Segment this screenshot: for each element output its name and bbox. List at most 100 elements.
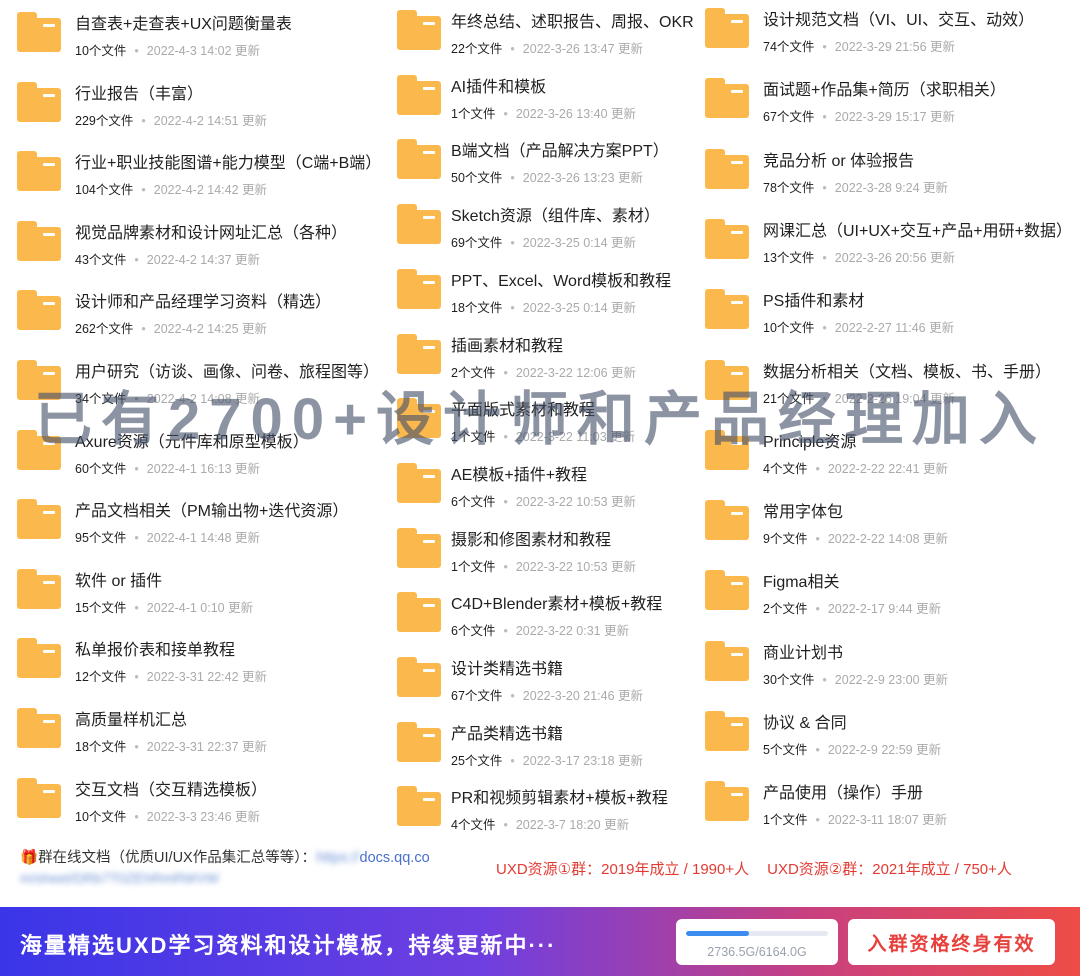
folder-name[interactable]: 设计类精选书籍 bbox=[451, 655, 563, 679]
folder-item[interactable]: AI插件和模板 1个文件 • 2022-3-26 13:40 更新 bbox=[385, 67, 690, 131]
folder-name[interactable]: Principle资源 bbox=[763, 428, 856, 452]
folder-item[interactable]: 产品类精选书籍 25个文件 • 2022-3-17 23:18 更新 bbox=[385, 714, 690, 778]
folder-name[interactable]: 协议 & 合同 bbox=[763, 709, 847, 733]
updated-date: 2022-4-1 14:48 更新 bbox=[146, 531, 261, 546]
folder-name[interactable]: 常用字体包 bbox=[763, 498, 843, 522]
folder-item[interactable]: 软件 or 插件 15个文件 • 2022-4-1 0:10 更新 bbox=[0, 561, 390, 625]
folder-item[interactable]: 私单报价表和接单教程 12个文件 • 2022-3-31 22:42 更新 bbox=[0, 630, 390, 694]
folder-item[interactable]: 设计规范文档（VI、UI、交互、动效） 74个文件 • 2022-3-29 21:56… bbox=[695, 0, 1080, 64]
file-count: 229个文件 bbox=[75, 113, 134, 128]
folder-name[interactable]: 产品使用（操作）手册 bbox=[763, 779, 923, 803]
folder-item[interactable]: 插画素材和教程 2个文件 • 2022-3-22 12:06 更新 bbox=[385, 326, 690, 390]
folder-name[interactable]: 产品类精选书籍 bbox=[451, 720, 563, 744]
updated-date: 2022-4-2 14:51 更新 bbox=[153, 113, 268, 128]
folder-item[interactable]: 行业报告（丰富） 229个文件 • 2022-4-2 14:51 更新 bbox=[0, 74, 390, 138]
folder-meta: 1个文件 • 2022-3-22 11:03 更新 bbox=[451, 426, 635, 445]
folder-name[interactable]: AE模板+插件+教程 bbox=[451, 461, 587, 485]
folder-name[interactable]: 行业报告（丰富） bbox=[75, 80, 203, 104]
file-count: 4个文件 bbox=[763, 461, 808, 476]
folder-name[interactable]: AI插件和模板 bbox=[451, 73, 546, 97]
doc-link-blurred[interactable]: https:// bbox=[316, 850, 360, 866]
updated-date: 2022-4-1 16:13 更新 bbox=[146, 461, 261, 476]
folder-item[interactable]: Figma相关 2个文件 • 2022-2-17 9:44 更新 bbox=[695, 562, 1080, 626]
folder-name[interactable]: 产品文档相关（PM输出物+迭代资源） bbox=[75, 497, 348, 521]
folder-name[interactable]: 网课汇总（UI+UX+交互+产品+用研+数据） bbox=[763, 217, 1072, 241]
folder-meta: 2个文件 • 2022-2-17 9:44 更新 bbox=[763, 598, 941, 617]
folder-meta: 22个文件 • 2022-3-26 13:47 更新 bbox=[451, 38, 643, 57]
group-1-info: UXD资源①群：2019年成立 / 1990+人 bbox=[496, 861, 750, 878]
folder-icon bbox=[397, 333, 441, 374]
file-count: 18个文件 bbox=[75, 740, 127, 754]
folder-name[interactable]: 视觉品牌素材和设计网址汇总（各种） bbox=[75, 219, 347, 243]
folder-name[interactable]: 交互文档（交互精选模板） bbox=[75, 776, 267, 800]
folder-item[interactable]: 设计师和产品经理学习资料（精选） 262个文件 • 2022-4-2 14:25 更新 bbox=[0, 282, 390, 346]
folder-item[interactable]: 面试题+作品集+简历（求职相关） 67个文件 • 2022-3-29 15:17 更新 bbox=[695, 70, 1080, 134]
folder-item[interactable]: 视觉品牌素材和设计网址汇总（各种） 43个文件 • 2022-4-2 14:37 更新 bbox=[0, 213, 390, 277]
folder-item[interactable]: Sketch资源（组件库、素材） 69个文件 • 2022-3-25 0:14 更新 bbox=[385, 196, 690, 260]
folder-item[interactable]: C4D+Blender素材+模板+教程 6个文件 • 2022-3-22 0:31 更… bbox=[385, 584, 690, 648]
folder-name[interactable]: 摄影和修图素材和教程 bbox=[451, 526, 611, 550]
folder-item[interactable]: PS插件和素材 10个文件 • 2022-2-27 11:46 更新 bbox=[695, 281, 1080, 345]
folder-name[interactable]: PS插件和素材 bbox=[763, 287, 864, 311]
folder-name[interactable]: 自查表+走查表+UX问题衡量表 bbox=[75, 10, 292, 34]
folder-name[interactable]: C4D+Blender素材+模板+教程 bbox=[451, 590, 662, 614]
folder-item[interactable]: 产品使用（操作）手册 1个文件 • 2022-3-11 18:07 更新 bbox=[695, 773, 1080, 837]
folder-name[interactable]: 竞品分析 or 体验报告 bbox=[763, 147, 914, 171]
doc-link[interactable]: docs.qq.co bbox=[360, 850, 430, 866]
folder-name[interactable]: 设计师和产品经理学习资料（精选） bbox=[75, 288, 331, 312]
folder-item[interactable]: 协议 & 合同 5个文件 • 2022-2-9 22:59 更新 bbox=[695, 703, 1080, 767]
updated-date: 2022-4-2 14:08 更新 bbox=[146, 392, 261, 406]
folder-item[interactable]: PPT、Excel、Word模板和教程 18个文件 • 2022-3-25 0:14 … bbox=[385, 261, 690, 325]
folder-name[interactable]: 高质量样机汇总 bbox=[75, 706, 187, 730]
folder-name[interactable]: 数据分析相关（文档、模板、书、手册） bbox=[763, 358, 1051, 382]
join-group-button[interactable]: 入群资格终身有效 bbox=[848, 919, 1055, 965]
folder-item[interactable]: B端文档（产品解决方案PPT） 50个文件 • 2022-3-26 13:23 更新 bbox=[385, 131, 690, 195]
folder-item[interactable]: AE模板+插件+教程 6个文件 • 2022-3-22 10:53 更新 bbox=[385, 455, 690, 519]
folder-name[interactable]: Axure资源（元件库和原型模板） bbox=[75, 428, 309, 452]
folder-icon bbox=[17, 708, 61, 748]
folder-item[interactable]: 网课汇总（UI+UX+交互+产品+用研+数据） 13个文件 • 2022-3-26 2… bbox=[695, 211, 1080, 275]
file-count: 6个文件 bbox=[451, 494, 496, 509]
folder-name[interactable]: PPT、Excel、Word模板和教程 bbox=[451, 267, 671, 291]
folder-icon bbox=[397, 657, 441, 697]
folder-name[interactable]: 商业计划书 bbox=[763, 639, 843, 663]
separator-dot: • bbox=[822, 391, 827, 406]
folder-item[interactable]: 自查表+走查表+UX问题衡量表 10个文件 • 2022-4-3 14:02 更新 bbox=[0, 4, 390, 68]
doc-link-continued[interactable]: m/sheet/DRb7T0ZEhRmRWVW bbox=[20, 870, 219, 886]
folder-item[interactable]: Axure资源（元件库和原型模板） 60个文件 • 2022-4-1 16:13 更新 bbox=[0, 422, 390, 486]
folder-item[interactable]: 高质量样机汇总 18个文件 • 2022-3-31 22:37 更新 bbox=[0, 700, 390, 764]
folder-item[interactable]: 行业+职业技能图谱+能力模型（C端+B端） 104个文件 • 2022-4-2 14:… bbox=[0, 143, 390, 207]
folder-item[interactable]: 平面版式素材和教程 1个文件 • 2022-3-22 11:03 更新 bbox=[385, 390, 690, 454]
folder-icon bbox=[705, 359, 749, 400]
folder-item[interactable]: 摄影和修图素材和教程 1个文件 • 2022-3-22 10:53 更新 bbox=[385, 520, 690, 584]
folder-item[interactable]: 竞品分析 or 体验报告 78个文件 • 2022-3-28 9:24 更新 bbox=[695, 141, 1080, 205]
folder-item[interactable]: 年终总结、述职报告、周报、OKR 22个文件 • 2022-3-26 13:47 更新 bbox=[385, 2, 694, 66]
folder-meta: 34个文件 • 2022-4-2 14:08 更新 bbox=[75, 388, 260, 407]
folder-name[interactable]: Figma相关 bbox=[763, 568, 839, 592]
folder-name[interactable]: B端文档（产品解决方案PPT） bbox=[451, 137, 669, 161]
folder-name[interactable]: 软件 or 插件 bbox=[75, 567, 162, 591]
folder-name[interactable]: 插画素材和教程 bbox=[451, 332, 563, 356]
folder-item[interactable]: Principle资源 4个文件 • 2022-2-22 22:41 更新 bbox=[695, 422, 1080, 486]
folder-item[interactable]: 产品文档相关（PM输出物+迭代资源） 95个文件 • 2022-4-1 14:48 更… bbox=[0, 491, 390, 555]
folder-item[interactable]: 常用字体包 9个文件 • 2022-2-22 14:08 更新 bbox=[695, 492, 1080, 556]
folder-meta: 69个文件 • 2022-3-25 0:14 更新 bbox=[451, 232, 636, 251]
folder-name[interactable]: 年终总结、述职报告、周报、OKR bbox=[451, 8, 694, 32]
folder-name[interactable]: 平面版式素材和教程 bbox=[451, 396, 595, 420]
separator-dot: • bbox=[822, 180, 827, 195]
folder-name[interactable]: 行业+职业技能图谱+能力模型（C端+B端） bbox=[75, 149, 381, 173]
folder-item[interactable]: 数据分析相关（文档、模板、书、手册） 21个文件 • 2022-2-26 19:04 … bbox=[695, 352, 1080, 416]
folder-item[interactable]: 商业计划书 30个文件 • 2022-2-9 23:00 更新 bbox=[695, 633, 1080, 697]
folder-name[interactable]: 用户研究（访谈、画像、问卷、旅程图等） bbox=[75, 358, 379, 382]
folder-name[interactable]: 面试题+作品集+简历（求职相关） bbox=[763, 76, 1006, 100]
folder-item[interactable]: 设计类精选书籍 67个文件 • 2022-3-20 21:46 更新 bbox=[385, 649, 690, 713]
folder-meta: 60个文件 • 2022-4-1 16:13 更新 bbox=[75, 458, 260, 477]
folder-item[interactable]: 用户研究（访谈、画像、问卷、旅程图等） 34个文件 • 2022-4-2 14:08 … bbox=[0, 352, 390, 416]
folder-name[interactable]: Sketch资源（组件库、素材） bbox=[451, 202, 660, 226]
folder-name[interactable]: 私单报价表和接单教程 bbox=[75, 636, 235, 660]
folder-item[interactable]: PR和视频剪辑素材+模板+教程 4个文件 • 2022-3-7 18:20 更新 bbox=[385, 778, 690, 842]
folder-item[interactable]: 交互文档（交互精选模板） 10个文件 • 2022-3-3 23:46 更新 bbox=[0, 770, 390, 834]
folder-name[interactable]: PR和视频剪辑素材+模板+教程 bbox=[451, 784, 668, 808]
file-count: 43个文件 bbox=[75, 252, 127, 267]
folder-name[interactable]: 设计规范文档（VI、UI、交互、动效） bbox=[763, 6, 1034, 30]
